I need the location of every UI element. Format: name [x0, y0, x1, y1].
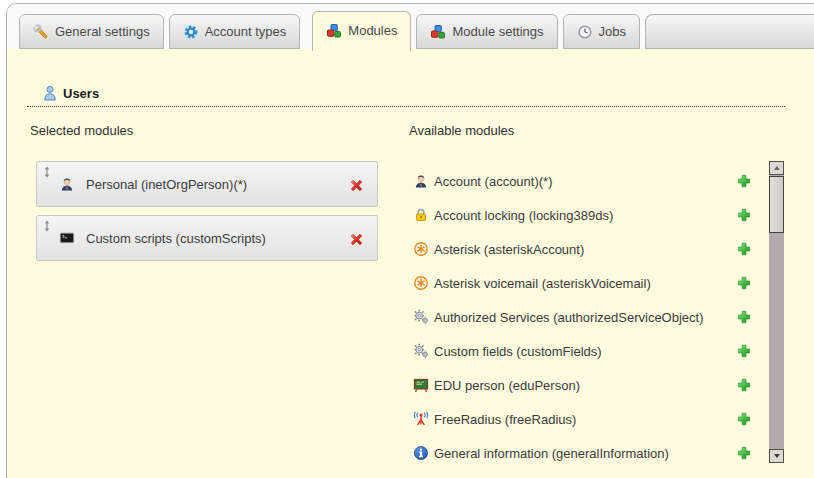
gears-icon: [413, 309, 429, 325]
configuration-panel: General settings Account types Modules Modu…: [6, 3, 814, 478]
selected-modules-label: Selected modules: [30, 123, 133, 138]
available-module-item: Custom fields (customFields): [413, 334, 752, 368]
tab-bar: General settings Account types Modules Modu…: [7, 4, 814, 49]
info-icon: [413, 445, 429, 461]
available-module-label: Authorized Services (authorizedServiceOb…: [434, 310, 704, 325]
wrench-icon: [33, 24, 49, 40]
add-icon[interactable]: [736, 343, 752, 359]
modules-blocks-icon: [430, 24, 446, 40]
antenna-icon: [413, 411, 429, 427]
available-module-label: EDU person (eduPerson): [434, 378, 580, 393]
tab-modules[interactable]: Modules: [312, 11, 411, 51]
modules-tab-content: Users Selected modules Available modules…: [7, 49, 814, 478]
add-icon[interactable]: [736, 309, 752, 325]
selected-module-item: Custom scripts (customScripts): [36, 215, 378, 261]
selected-module-label: Personal (inetOrgPerson)(*): [86, 177, 247, 192]
scrollbar-up-button[interactable]: [769, 161, 784, 175]
available-module-label: Custom fields (customFields): [434, 344, 602, 359]
available-module-label: General information (generalInformation): [434, 446, 669, 461]
selected-module-label: Custom scripts (customScripts): [86, 231, 266, 246]
selected-module-item: Personal (inetOrgPerson)(*): [36, 161, 378, 207]
scrollbar-thumb[interactable]: [769, 176, 784, 233]
add-icon[interactable]: [736, 207, 752, 223]
available-module-item: General information (generalInformation): [413, 436, 752, 470]
selected-modules-list: Personal (inetOrgPerson)(*) Custom script…: [36, 161, 378, 269]
available-module-label: Asterisk (asteriskAccount): [434, 242, 584, 257]
users-section-title: Users: [63, 86, 99, 101]
available-module-item: Account (account)(*): [413, 164, 752, 198]
tab-jobs[interactable]: Jobs: [563, 14, 640, 49]
drag-handle-icon[interactable]: [42, 166, 52, 178]
lock-icon: [413, 207, 429, 223]
clock-icon: [577, 24, 593, 40]
tab-label: Account types: [205, 24, 287, 39]
available-module-item: FreeRadius (freeRadius): [413, 402, 752, 436]
available-module-item: EDU person (eduPerson): [413, 368, 752, 402]
available-module-label: FreeRadius (freeRadius): [434, 412, 576, 427]
person-icon: [413, 173, 429, 189]
available-module-item: Asterisk voicemail (asteriskVoicemail): [413, 266, 752, 300]
tab-bar-filler: [645, 14, 814, 49]
tab-label: Module settings: [452, 24, 543, 39]
available-modules-scrollbar[interactable]: [769, 161, 784, 463]
add-icon[interactable]: [736, 377, 752, 393]
add-icon[interactable]: [736, 173, 752, 189]
add-icon[interactable]: [736, 275, 752, 291]
tab-label: General settings: [55, 24, 150, 39]
gears-icon: [413, 343, 429, 359]
add-icon[interactable]: [736, 445, 752, 461]
tab-general-settings[interactable]: General settings: [19, 14, 164, 49]
available-modules-label: Available modules: [409, 123, 514, 138]
available-module-label: Asterisk voicemail (asteriskVoicemail): [434, 276, 651, 291]
tab-label: Modules: [348, 23, 397, 38]
asterisk-icon: [413, 241, 429, 257]
available-module-item: Account locking (locking389ds): [413, 198, 752, 232]
tab-account-types[interactable]: Account types: [169, 14, 301, 49]
available-module-item: Asterisk (asteriskAccount): [413, 232, 752, 266]
delete-icon[interactable]: [348, 231, 365, 248]
tab-label: Jobs: [599, 24, 626, 39]
user-icon: [43, 85, 57, 101]
available-modules-list: Account (account)(*) Account locking (loc…: [413, 164, 752, 470]
asterisk-icon: [413, 275, 429, 291]
delete-icon[interactable]: [348, 177, 365, 194]
scrollbar-down-button[interactable]: [769, 449, 784, 463]
available-module-label: Account (account)(*): [434, 174, 553, 189]
chalkboard-icon: [413, 377, 429, 393]
account-types-gear-icon: [183, 24, 199, 40]
terminal-icon: [59, 230, 75, 246]
person-icon: [59, 176, 75, 192]
drag-handle-icon[interactable]: [42, 220, 52, 232]
add-icon[interactable]: [736, 411, 752, 427]
add-icon[interactable]: [736, 241, 752, 257]
modules-blocks-icon: [326, 23, 342, 39]
users-section-header: Users: [27, 85, 785, 107]
tab-module-settings[interactable]: Module settings: [416, 14, 557, 49]
available-module-item: Authorized Services (authorizedServiceOb…: [413, 300, 752, 334]
available-module-label: Account locking (locking389ds): [434, 208, 613, 223]
